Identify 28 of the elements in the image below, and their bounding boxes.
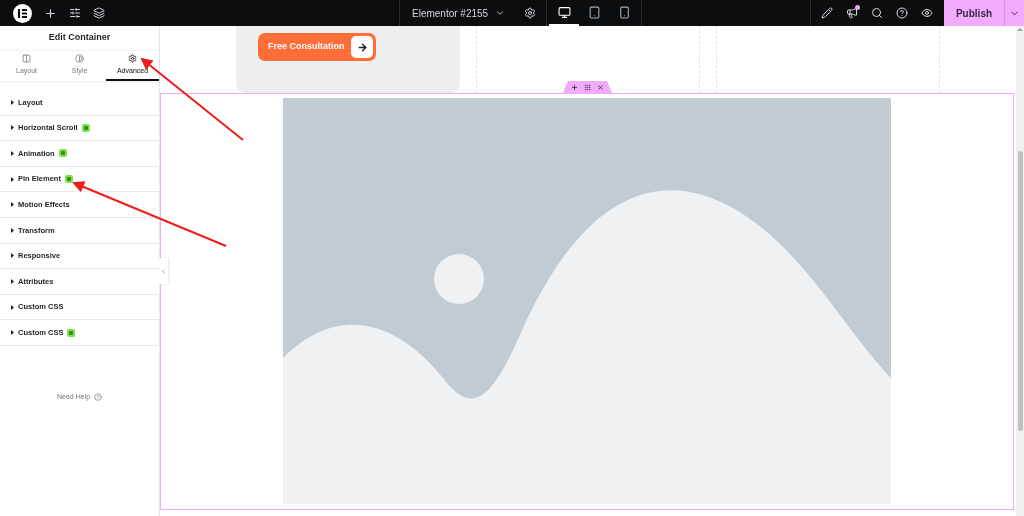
layers-icon[interactable] [93,7,105,19]
add-icon[interactable] [44,6,57,20]
pencil-icon[interactable] [821,7,833,19]
megaphone-icon[interactable] [846,7,858,19]
caret-icon [11,151,14,156]
logo-icon[interactable] [13,3,32,23]
columns-icon [22,53,31,63]
caret-icon [11,227,14,233]
publish-button[interactable]: Publish [944,0,1004,26]
caret-icon [11,176,14,182]
container-handle[interactable] [563,81,612,93]
gear-icon [128,53,137,63]
collapse-handle[interactable] [159,258,168,284]
caret-icon [11,99,14,105]
caret-icon [11,278,14,284]
caret-icon [11,330,14,336]
caret-icon [11,125,14,131]
panel-title: Edit Container [47,31,112,45]
sliders-icon[interactable] [69,7,81,19]
settings-icon[interactable] [524,7,537,19]
preview-icon[interactable] [921,7,933,19]
search-icon[interactable] [871,7,883,19]
caret-icon[interactable] [495,8,506,18]
half-circle-icon [75,53,84,63]
caret-icon [11,253,14,259]
caret-icon [11,304,14,310]
document-title[interactable]: Elementor #2155 [412,5,489,21]
caret-icon [11,202,14,208]
